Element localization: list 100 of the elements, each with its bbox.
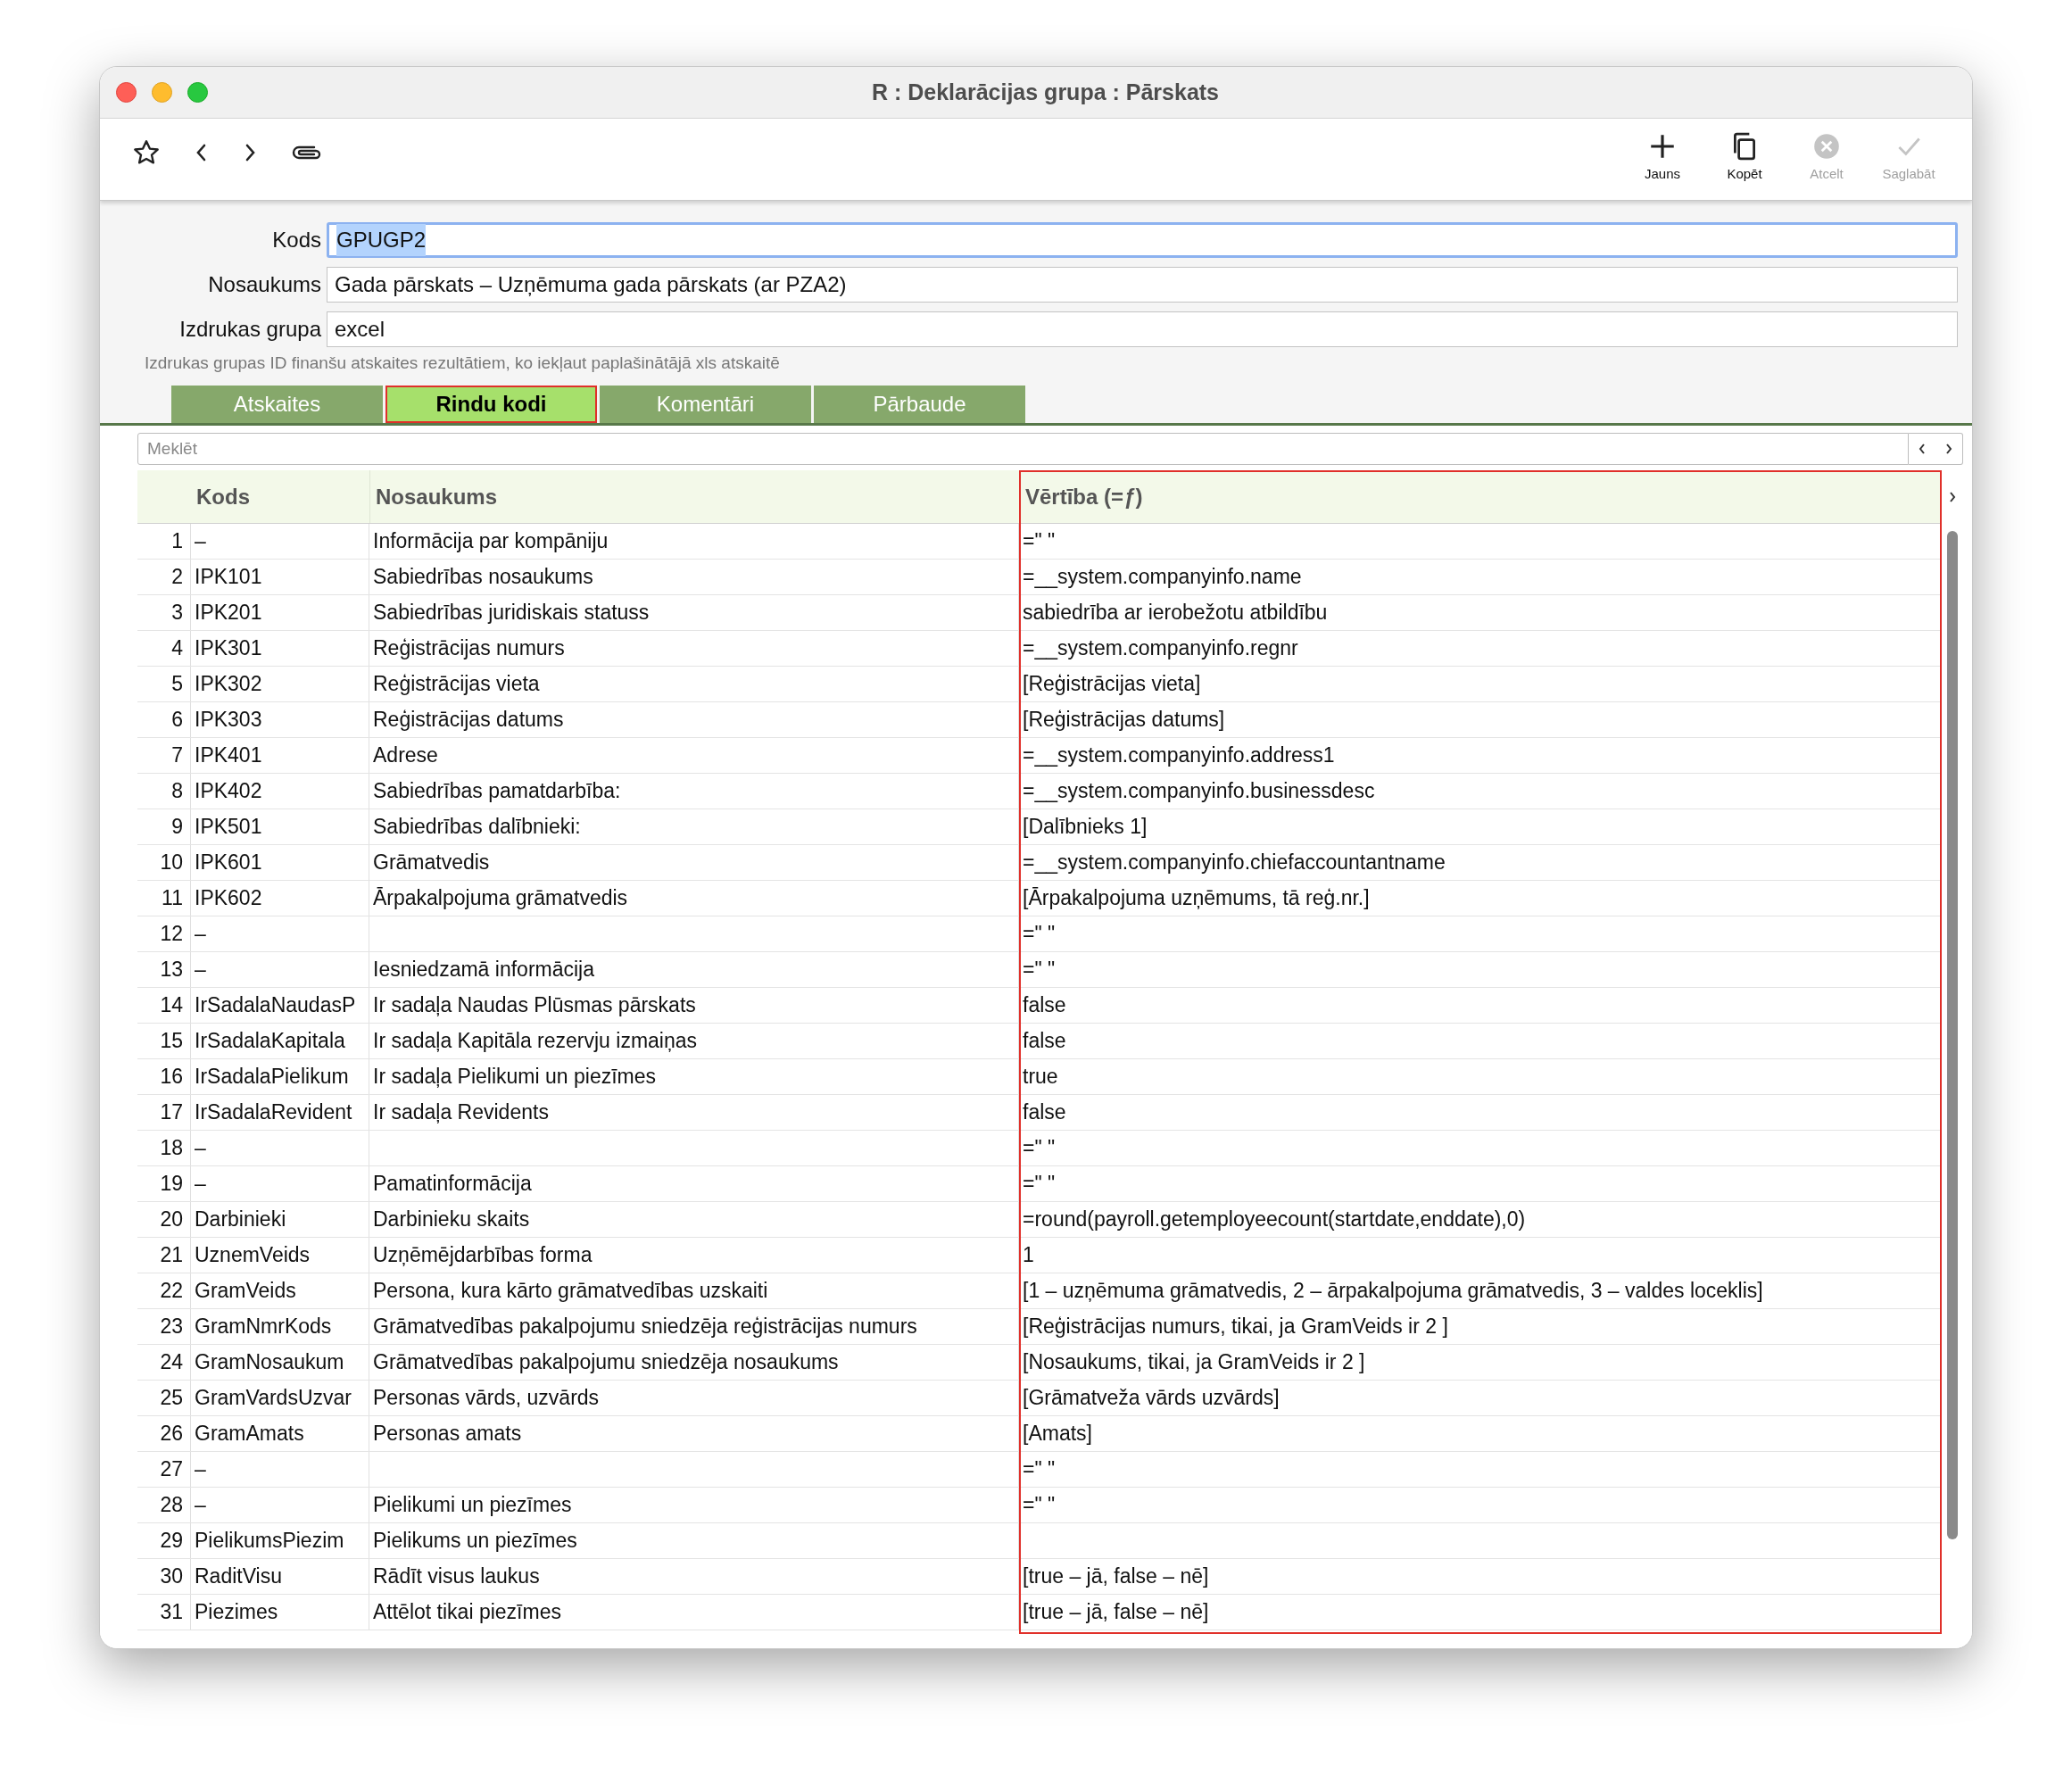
- table-cell-text: =" ": [1023, 1492, 1056, 1519]
- table-cell-text: Ir sadaļa Naudas Plūsmas pārskats: [373, 992, 696, 1019]
- table-cell-text: =" ": [1023, 1456, 1056, 1483]
- table-cell-text: GramAmats: [195, 1421, 304, 1447]
- more-columns-chevron-icon[interactable]: [1948, 490, 1957, 504]
- table-cell-text: IPK201: [195, 600, 262, 626]
- table-cell-text: =__system.companyinfo.chiefaccountantname: [1023, 850, 1446, 876]
- table-cell-text: sabiedrība ar ierobežotu atbildību: [1023, 600, 1328, 626]
- table-cell-text: IrSadalaRevident: [195, 1099, 352, 1126]
- tab[interactable]: Rindu kodi: [385, 386, 597, 423]
- table-cell-text: Darbinieki: [195, 1207, 286, 1233]
- table-cell-text: [Nosaukums, tikai, ja GramVeids ir 2 ]: [1023, 1349, 1365, 1376]
- table-cell-text: =__system.companyinfo.address1: [1023, 742, 1335, 769]
- close-window-button[interactable]: [116, 82, 137, 103]
- search-field[interactable]: Meklēt: [137, 433, 1909, 465]
- row-number: 31: [160, 1599, 183, 1626]
- table-cell-text: IrSadalaNaudasP: [195, 992, 356, 1019]
- table-cell-text: Pielikums un piezīmes: [373, 1528, 577, 1555]
- row-number: 8: [171, 778, 183, 805]
- table-cell-text: RaditVisu: [195, 1563, 283, 1590]
- row-number: 22: [160, 1278, 183, 1305]
- table-cell-text: IPK101: [195, 564, 262, 591]
- table-cell-text: IPK303: [195, 707, 262, 734]
- table-cell-text: Sabiedrības dalībnieki:: [373, 814, 581, 841]
- table-cell-text: IPK301: [195, 635, 262, 662]
- table-cell-text: true: [1023, 1064, 1058, 1091]
- field-label: Izdrukas grupa: [178, 316, 322, 343]
- table-cell-text: =__system.companyinfo.regnr: [1023, 635, 1298, 662]
- row-number: 26: [160, 1421, 183, 1447]
- table-cell-text: IPK402: [195, 778, 262, 805]
- x-circle-icon: [1811, 131, 1842, 162]
- table-cell-text: Pamatinformācija: [373, 1171, 532, 1198]
- table-cell-text: =" ": [1023, 1135, 1056, 1162]
- table-cell-text: Sabiedrības nosaukums: [373, 564, 593, 591]
- row-number: 18: [160, 1135, 183, 1162]
- row-number: 28: [160, 1492, 183, 1519]
- table-cell-text: Sabiedrības pamatdarbība:: [373, 778, 621, 805]
- row-number: 12: [160, 921, 183, 948]
- window-title: R : Deklarācijas grupa : Pārskats: [871, 78, 1220, 106]
- table-cell-text: false: [1023, 992, 1066, 1019]
- scroll-right-chevron-icon[interactable]: [1944, 443, 1953, 455]
- row-number: 11: [162, 885, 183, 912]
- table-cell-text: Persona, kura kārto grāmatvedības uzskaiti: [373, 1278, 768, 1305]
- row-number: 30: [160, 1563, 183, 1590]
- table-cell-text: Personas vārds, uzvārds: [373, 1385, 600, 1412]
- row-number: 5: [171, 671, 183, 698]
- input-field[interactable]: GPUGP2: [327, 222, 1958, 258]
- table-cell-text: –: [195, 528, 206, 555]
- paperclip-icon[interactable]: [291, 144, 323, 162]
- row-number: 17: [160, 1099, 183, 1126]
- row-number: 2: [171, 564, 183, 591]
- table-cell-text: –: [195, 957, 206, 983]
- table-cell-text: 1: [1023, 1242, 1034, 1269]
- row-number: 29: [160, 1528, 183, 1555]
- table-cell-text: Uzņēmējdarbības forma: [373, 1242, 593, 1269]
- table-cell-text: [1 – uzņēmuma grāmatvedis, 2 – ārpakalpojuma grāmatvedis, 3 – valdes loceklis]: [1023, 1278, 1763, 1305]
- column-header[interactable]: Nosaukums: [376, 480, 498, 513]
- scroll-left-chevron-icon[interactable]: [1918, 443, 1927, 455]
- table-cell-text: GramVeids: [195, 1278, 296, 1305]
- row-number: 25: [160, 1385, 183, 1412]
- table-cell-text: Ārpakalpojuma grāmatvedis: [373, 885, 628, 912]
- column-header[interactable]: Vērtība (=ƒ): [1025, 480, 1143, 513]
- table-cell-text: [Dalībnieks 1]: [1023, 814, 1148, 841]
- row-number: 16: [160, 1064, 183, 1091]
- row-number: 13: [160, 957, 183, 983]
- field-label: Kods: [271, 227, 322, 253]
- field-hint: Izdrukas grupas ID finanšu atskaites rezultātiem, ko iekļaut paplašinātājā xls atskaitē: [145, 353, 780, 372]
- table-cell-text: IPK602: [195, 885, 262, 912]
- table-cell-text: [true – jā, false – nē]: [1023, 1599, 1209, 1626]
- table-cell-text: [Amats]: [1023, 1421, 1092, 1447]
- column-header[interactable]: Kods: [196, 480, 250, 513]
- table-cell-text: Ir sadaļa Kapitāla rezervju izmaiņas: [373, 1028, 698, 1055]
- table-cell-text: Grāmatvedis: [373, 850, 490, 876]
- table-cell-text: Reģistrācijas numurs: [373, 635, 565, 662]
- row-number: 24: [160, 1349, 183, 1376]
- table-cell-text: Ir sadaļa Pielikumi un piezīmes: [373, 1064, 657, 1091]
- row-number: 9: [171, 814, 183, 841]
- table-cell-text: Rādīt visus laukus: [373, 1563, 540, 1590]
- input-field[interactable]: Gada pārskats – Uzņēmuma gada pārskats (ar PZA2): [327, 267, 1958, 303]
- table-cell-text: –: [195, 1492, 206, 1519]
- table-cell-text: Pielikumi un piezīmes: [373, 1492, 572, 1519]
- row-number: 7: [171, 742, 183, 769]
- table-cell-text: [Reģistrācijas datums]: [1023, 707, 1225, 734]
- table-cell-text: –: [195, 921, 206, 948]
- table-cell-text: IPK501: [195, 814, 262, 841]
- field-label: Nosaukums: [207, 271, 322, 298]
- scrollbar-thumb[interactable]: [1947, 531, 1958, 1539]
- table-cell-text: Attēlot tikai piezīmes: [373, 1599, 561, 1626]
- row-number: 19: [160, 1171, 183, 1198]
- table-cell-text: Piezimes: [195, 1599, 278, 1626]
- table-cell-text: GramNosaukum: [195, 1349, 344, 1376]
- table-cell-text: [Reģistrācijas numurs, tikai, ja GramVeids ir 2 ]: [1023, 1314, 1448, 1340]
- table-cell-text: Informācija par kompāniju: [373, 528, 609, 555]
- row-number: 15: [160, 1028, 183, 1055]
- row-number: 23: [160, 1314, 183, 1340]
- input-field[interactable]: excel: [327, 311, 1958, 347]
- table-cell-text: =__system.companyinfo.name: [1023, 564, 1302, 591]
- row-number: 27: [160, 1456, 183, 1483]
- toolbar-button[interactable]: Kopēt: [1713, 131, 1776, 185]
- toolbar-button[interactable]: Jauns: [1631, 131, 1694, 185]
